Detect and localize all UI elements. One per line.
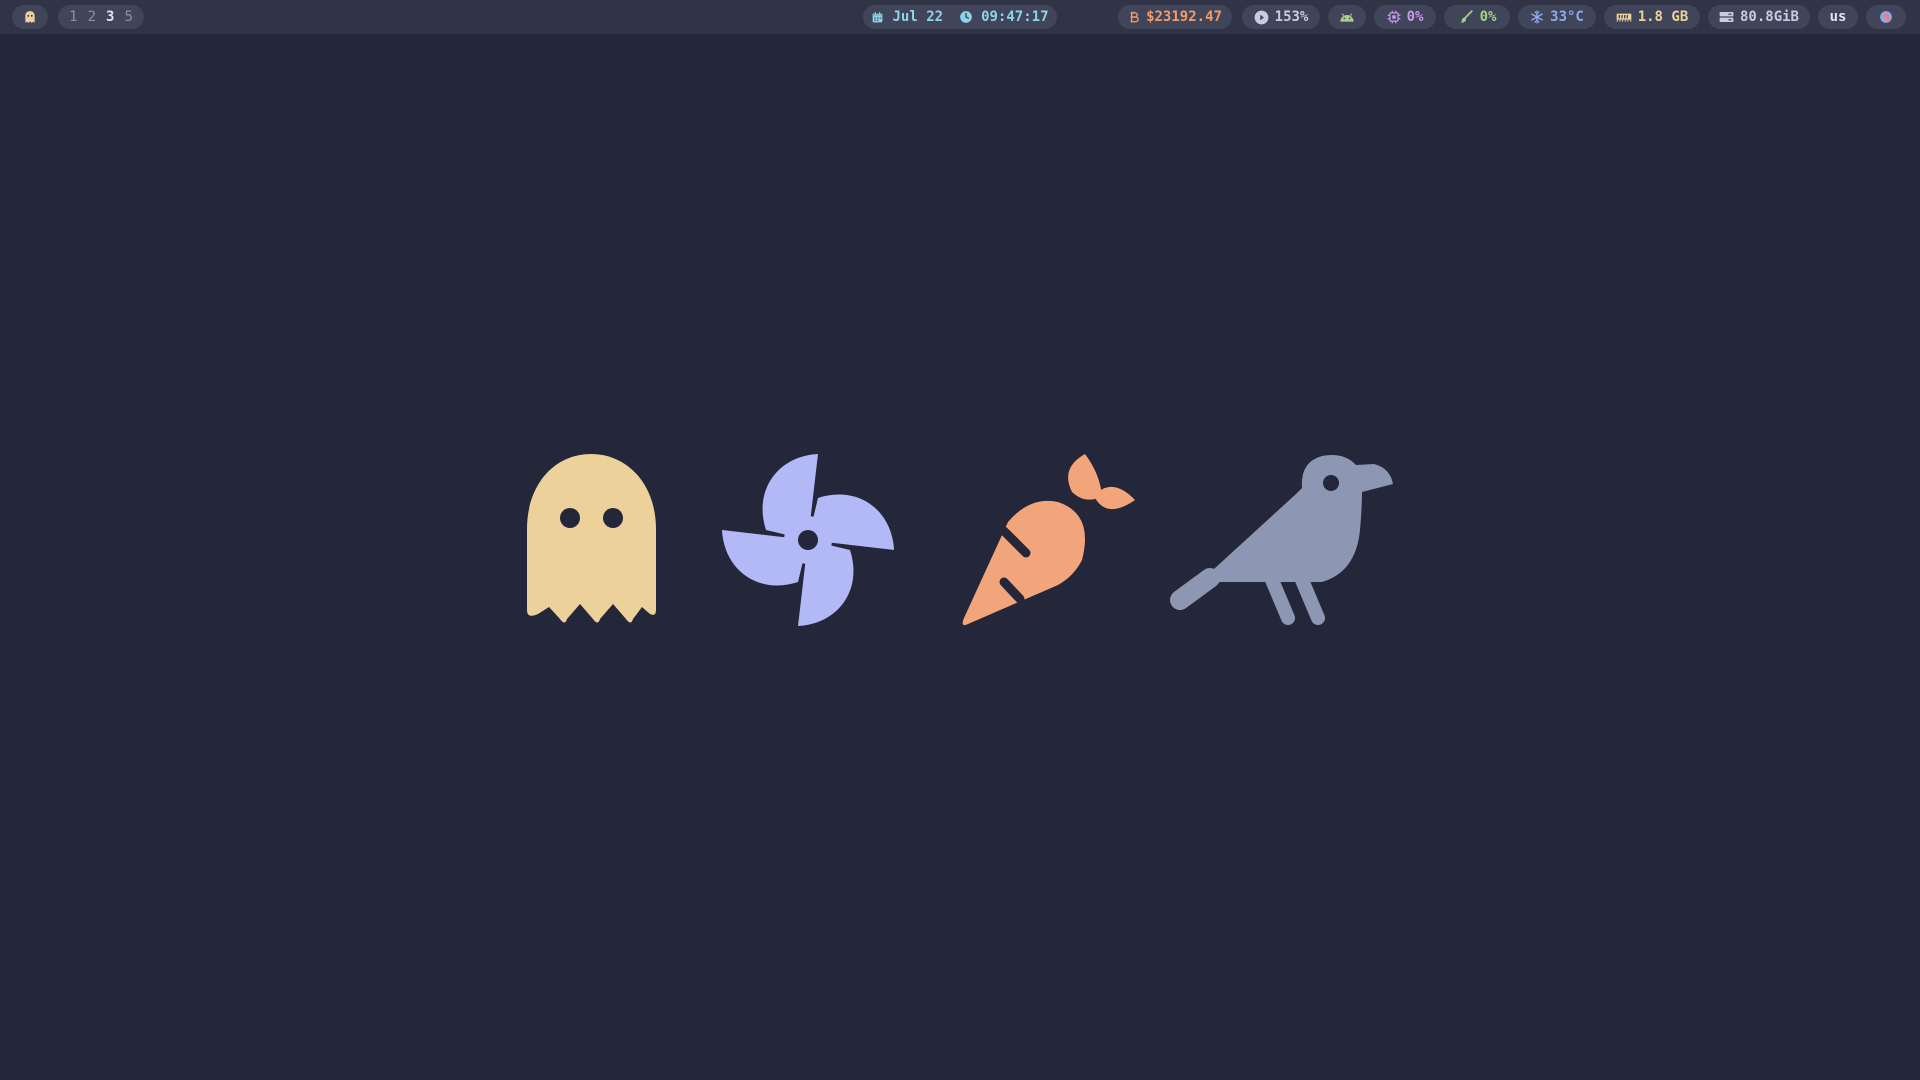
carrot-icon	[962, 454, 1135, 626]
pinwheel-icon	[722, 454, 894, 626]
crow-icon	[1170, 455, 1393, 625]
ghost-icon	[527, 454, 656, 623]
wallpaper-art	[527, 454, 1393, 626]
